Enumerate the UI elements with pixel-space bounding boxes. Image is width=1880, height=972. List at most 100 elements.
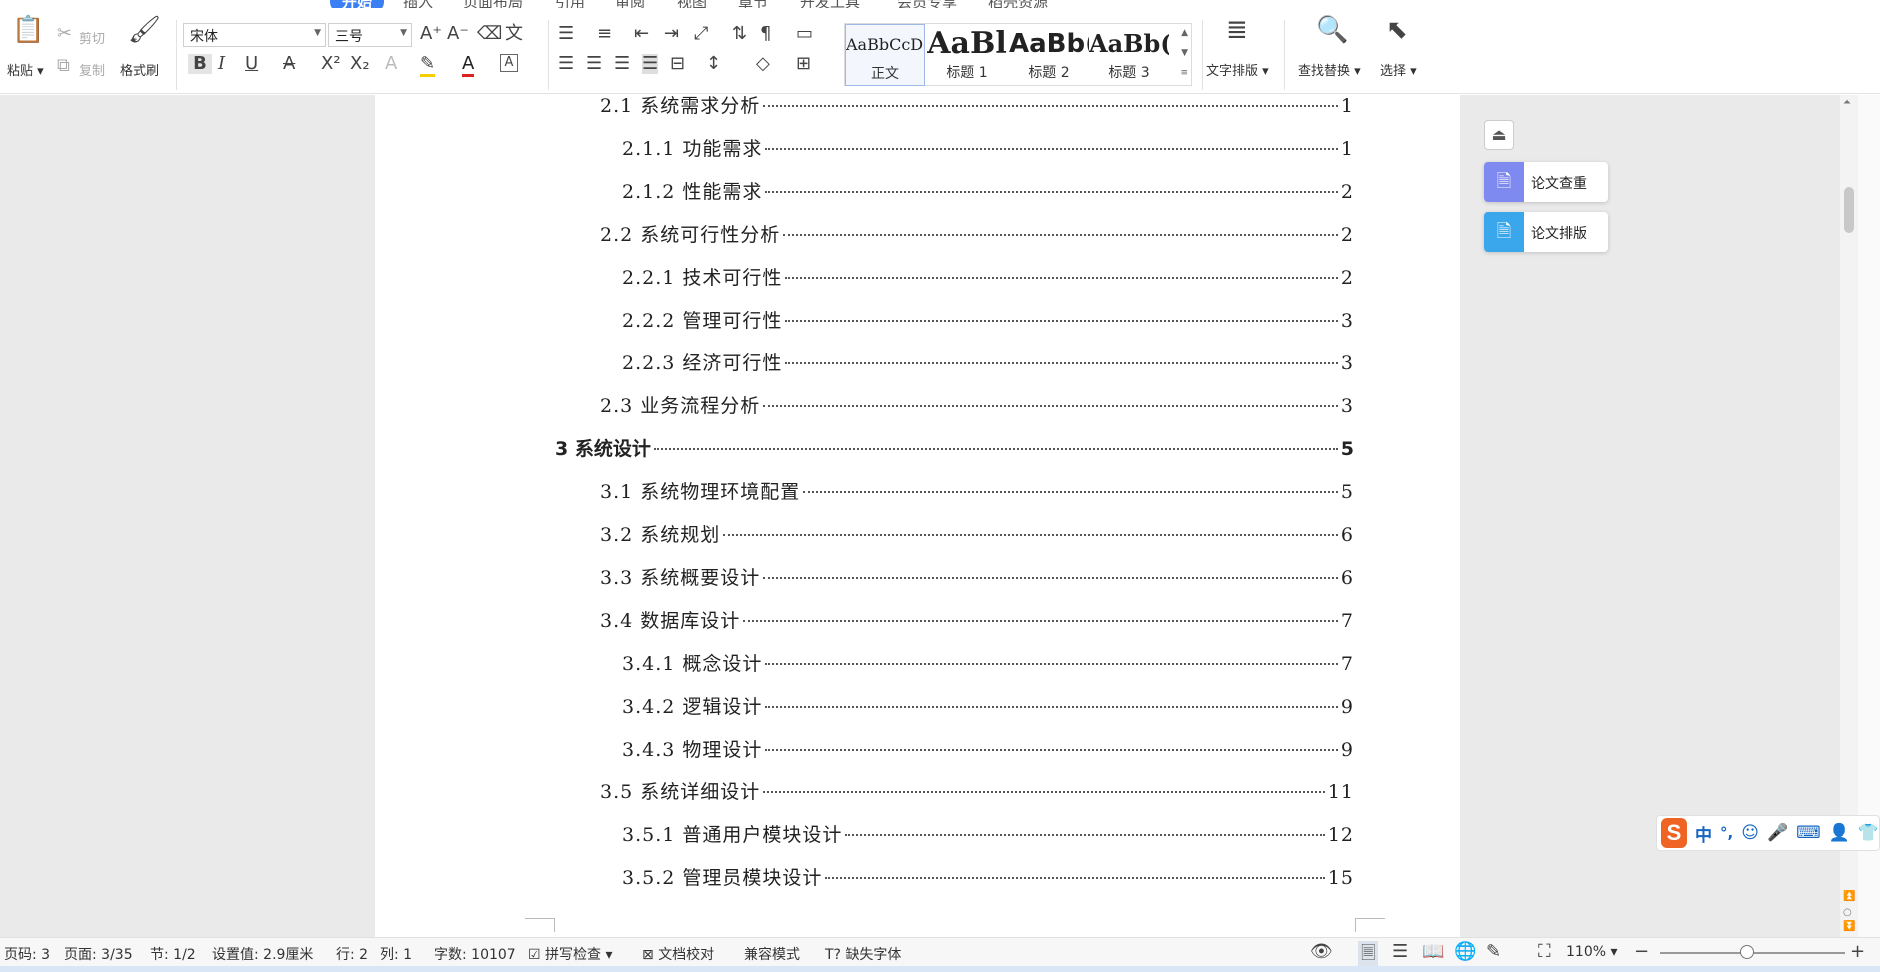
toc-entry[interactable]: 2.1.1 功能需求 1 bbox=[622, 134, 1354, 161]
find-replace-button[interactable]: 查找替换 ▾ bbox=[1298, 60, 1361, 79]
next-page-icon[interactable]: ⏬ bbox=[1843, 921, 1855, 932]
toc-entry[interactable]: 3.1 系统物理环境配置 5 bbox=[600, 477, 1354, 504]
subscript-icon[interactable]: X₂ bbox=[350, 54, 370, 74]
vertical-scrollbar[interactable]: ⏶ ⏫ ○ ⏬ bbox=[1840, 95, 1858, 937]
zoom-slider-knob[interactable] bbox=[1740, 945, 1754, 959]
decrease-indent-icon[interactable]: ⇤ bbox=[634, 24, 649, 44]
microphone-icon[interactable]: 🎤 bbox=[1767, 823, 1788, 843]
zoom-in-icon[interactable]: + bbox=[1850, 941, 1865, 962]
zoom-level-select[interactable]: 110% ▾ bbox=[1566, 944, 1618, 960]
tab-docer[interactable]: 稻壳资源 bbox=[988, 0, 1048, 8]
toc-entry[interactable]: 2.3 业务流程分析 3 bbox=[600, 391, 1354, 418]
phonetic-guide-icon[interactable]: 文 bbox=[505, 24, 523, 44]
distributed-align-icon[interactable]: ⊟ bbox=[670, 54, 685, 74]
shrink-font-icon[interactable]: A⁻ bbox=[447, 24, 469, 44]
plagiarism-check-button[interactable]: 🗎 论文查重 bbox=[1484, 162, 1608, 202]
ime-language[interactable]: 中 bbox=[1695, 821, 1712, 846]
superscript-icon[interactable]: X² bbox=[321, 54, 341, 74]
gallery-more-icon[interactable]: ≡ bbox=[1180, 68, 1188, 78]
emoji-icon[interactable]: ☺ bbox=[1741, 823, 1759, 843]
tab-member[interactable]: 会员专享 bbox=[897, 0, 957, 8]
toc-entry[interactable]: 2.2 系统可行性分析 2 bbox=[600, 220, 1354, 247]
prev-page-icon[interactable]: ⏫ bbox=[1843, 891, 1855, 902]
toc-entry[interactable]: 3 系统设计 5 bbox=[555, 434, 1354, 461]
collapse-panel-button[interactable]: ⏏ bbox=[1484, 120, 1514, 150]
copy-button[interactable]: 复制 bbox=[79, 60, 105, 79]
keyboard-icon[interactable]: ⌨ bbox=[1796, 823, 1821, 843]
cut-icon[interactable]: ✂ bbox=[57, 24, 72, 44]
select-cursor-icon[interactable]: ⬉ bbox=[1386, 17, 1408, 43]
status-section[interactable]: 节: 1/2 bbox=[150, 944, 196, 964]
toc-entry[interactable]: 3.5 系统详细设计 11 bbox=[600, 777, 1354, 804]
missing-fonts-button[interactable]: T? 缺失字体 bbox=[825, 944, 901, 964]
proofread-button[interactable]: ⊠ 文档校对 bbox=[642, 944, 714, 964]
scrollbar-thumb[interactable] bbox=[1844, 187, 1854, 233]
eye-protection-icon[interactable]: 👁 bbox=[1310, 941, 1333, 962]
zoom-out-icon[interactable]: − bbox=[1634, 941, 1649, 962]
document-page[interactable]: 2.1 系统需求分析 1 2.1.1 功能需求 1 2.1.2 性能需求 2 2.2 系统可… bbox=[375, 95, 1460, 937]
outline-view-icon[interactable]: ☰ bbox=[1392, 941, 1408, 962]
paste-button[interactable]: 粘贴 ▾ bbox=[7, 60, 44, 79]
line-spacing-icon[interactable]: ↕ bbox=[706, 54, 721, 74]
copy-icon[interactable]: ⧉ bbox=[57, 56, 70, 76]
status-position[interactable]: 设置值: 2.9厘米 bbox=[212, 944, 313, 964]
spell-check-button[interactable]: ☑ 拼写检查 ▾ bbox=[528, 944, 613, 964]
tab-developer[interactable]: 开发工具 bbox=[800, 0, 860, 8]
toc-entry[interactable]: 3.4.2 逻辑设计 9 bbox=[622, 692, 1354, 719]
gallery-up-icon[interactable]: ▲ bbox=[1181, 28, 1188, 38]
borders-icon[interactable]: ⊞ bbox=[796, 54, 811, 74]
numbered-list-icon[interactable]: ≡ bbox=[597, 24, 612, 44]
toc-entry[interactable]: 3.2 系统规划 6 bbox=[600, 520, 1354, 547]
font-name-select[interactable]: 宋体 ▼ bbox=[183, 23, 326, 47]
status-pages[interactable]: 页面: 3/35 bbox=[64, 944, 133, 964]
punctuation-icon[interactable]: °, bbox=[1720, 824, 1733, 842]
scroll-up-icon[interactable]: ⏶ bbox=[1843, 97, 1851, 108]
align-justify-icon[interactable]: ☰ bbox=[642, 54, 659, 74]
format-painter-icon[interactable]: 🖌 bbox=[128, 17, 161, 43]
status-page-number[interactable]: 页码: 3 bbox=[4, 944, 50, 964]
select-button[interactable]: 选择 ▾ bbox=[1380, 60, 1417, 79]
text-effect-icon[interactable]: A bbox=[385, 54, 397, 74]
italic-icon[interactable]: I bbox=[218, 54, 225, 74]
style-heading-2[interactable]: AaBb( 标题 2 bbox=[1009, 24, 1089, 86]
tab-view[interactable]: 视图 bbox=[677, 0, 707, 8]
table-layout-icon[interactable]: ▭ bbox=[796, 24, 813, 44]
clear-format-icon[interactable]: ⌫ bbox=[477, 24, 502, 44]
align-left-icon[interactable]: ☰ bbox=[558, 54, 574, 74]
align-right-icon[interactable]: ☰ bbox=[614, 54, 630, 74]
paragraph-mark-icon[interactable]: ¶ bbox=[760, 24, 771, 44]
web-view-icon[interactable]: 🌐 bbox=[1454, 941, 1476, 962]
gallery-down-icon[interactable]: ▼ bbox=[1181, 48, 1188, 58]
style-normal[interactable]: AaBbCcDd 正文 bbox=[845, 24, 925, 86]
style-heading-3[interactable]: AaBb( 标题 3 bbox=[1089, 24, 1169, 86]
tab-chapter[interactable]: 章节 bbox=[738, 0, 768, 8]
format-painter-button[interactable]: 格式刷 bbox=[120, 60, 159, 79]
pen-mode-icon[interactable]: ✎ bbox=[1486, 941, 1501, 962]
toc-entry[interactable]: 3.5.2 管理员模块设计 15 bbox=[622, 863, 1354, 890]
user-icon[interactable]: 👤 bbox=[1829, 823, 1850, 843]
style-heading-1[interactable]: AaBl 标题 1 bbox=[927, 24, 1007, 86]
thesis-format-button[interactable]: 🗎 论文排版 bbox=[1484, 212, 1608, 252]
status-row[interactable]: 行: 2 bbox=[336, 944, 368, 964]
toc-entry[interactable]: 3.5.1 普通用户模块设计 12 bbox=[622, 820, 1354, 847]
increase-indent-icon[interactable]: ⇥ bbox=[664, 24, 679, 44]
tab-references[interactable]: 引用 bbox=[555, 0, 585, 8]
status-col[interactable]: 列: 1 bbox=[380, 944, 412, 964]
skin-icon[interactable]: 👕 bbox=[1858, 823, 1879, 843]
bullet-list-icon[interactable]: ☰ bbox=[558, 24, 574, 44]
paste-icon[interactable]: 📋 bbox=[12, 17, 44, 43]
toc-entry[interactable]: 2.2.3 经济可行性 3 bbox=[622, 348, 1354, 375]
tab-review[interactable]: 审阅 bbox=[615, 0, 645, 8]
text-direction-icon[interactable]: ⤢ bbox=[694, 24, 708, 44]
tab-page-layout[interactable]: 页面布局 bbox=[463, 0, 523, 8]
cut-button[interactable]: 剪切 bbox=[79, 28, 105, 47]
bold-icon[interactable]: B bbox=[188, 54, 212, 74]
toc-entry[interactable]: 3.4 数据库设计 7 bbox=[600, 606, 1354, 633]
toc-entry[interactable]: 3.4.1 概念设计 7 bbox=[622, 649, 1354, 676]
char-border-icon[interactable]: A bbox=[500, 54, 518, 72]
search-icon[interactable]: 🔍 bbox=[1316, 17, 1348, 43]
sort-icon[interactable]: ⇅ bbox=[732, 24, 747, 44]
ime-toolbar[interactable]: S 中 °, ☺ 🎤 ⌨ 👤 👕 bbox=[1656, 815, 1880, 851]
underline-icon[interactable]: U bbox=[245, 54, 258, 74]
grow-font-icon[interactable]: A⁺ bbox=[420, 24, 442, 44]
